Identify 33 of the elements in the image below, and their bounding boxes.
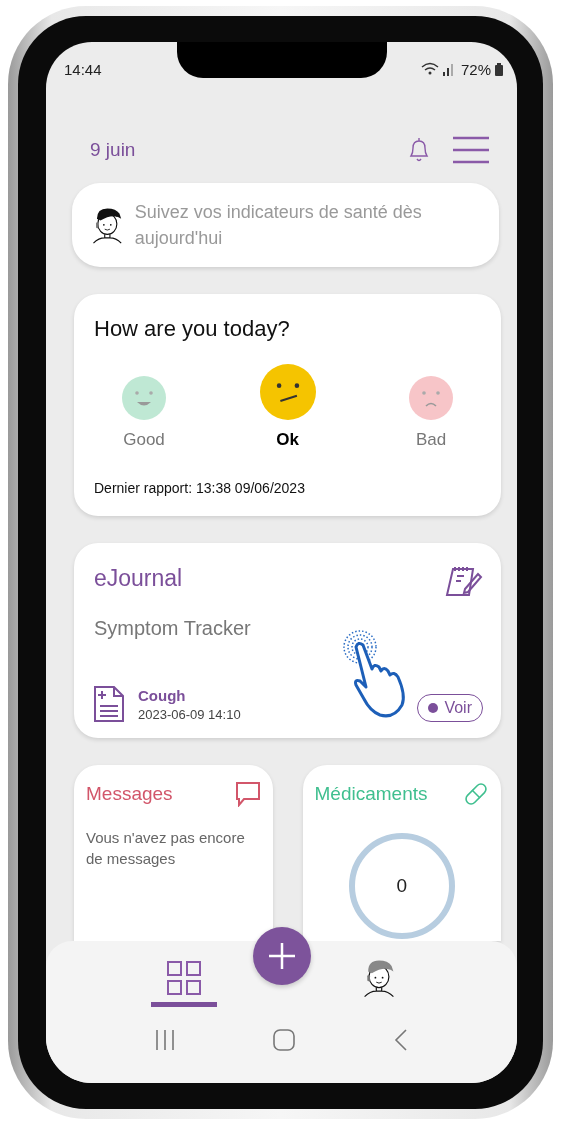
messages-card[interactable]: Messages Vous n'avez pas encore de messages — [74, 765, 273, 941]
notepad-pencil-icon — [445, 565, 483, 599]
messages-empty-text: Vous n'avez pas encore de messages — [86, 828, 246, 869]
notification-bell-icon[interactable] — [407, 137, 431, 163]
mood-option[interactable]: Ok — [259, 364, 316, 450]
last-report-text: Dernier rapport: 13:38 09/06/2023 — [94, 480, 306, 496]
ejournal-card[interactable]: eJournal Symptom Tracker Cough 2023-06-09 14:10 Voir — [74, 543, 501, 738]
date-title: 9 juin — [90, 139, 136, 161]
plus-icon — [266, 941, 297, 971]
grid-icon — [165, 959, 202, 996]
medications-title: Médicaments — [314, 783, 428, 805]
view-button[interactable]: Voir — [417, 694, 483, 722]
pill-icon — [463, 781, 489, 807]
medications-card[interactable]: Médicaments 0 — [302, 765, 501, 941]
recent-apps-button[interactable] — [155, 1029, 176, 1051]
ejournal-title: eJournal — [94, 565, 183, 593]
add-button[interactable] — [252, 927, 311, 985]
banner-text: Suivez vos indicateurs de santé dès aujourd'hui — [134, 201, 423, 250]
home-button[interactable] — [273, 1029, 296, 1051]
battery-icon — [495, 62, 503, 76]
messages-title: Messages — [86, 783, 173, 805]
mood-option[interactable]: Bad — [409, 376, 453, 450]
mood-option[interactable]: Good — [122, 376, 166, 450]
entry-name: Cough — [138, 686, 187, 704]
battery-percent: 72% — [460, 60, 491, 78]
entry-datetime: 2023-06-09 14:10 — [138, 706, 241, 722]
status-time: 14:44 — [64, 60, 102, 78]
mood-title: How are you today? — [94, 316, 291, 342]
chat-bubble-icon — [234, 781, 261, 807]
back-button[interactable] — [393, 1029, 408, 1051]
menu-icon[interactable] — [453, 136, 489, 164]
document-plus-icon — [94, 686, 124, 722]
ejournal-subtitle: Symptom Tracker — [94, 617, 252, 640]
